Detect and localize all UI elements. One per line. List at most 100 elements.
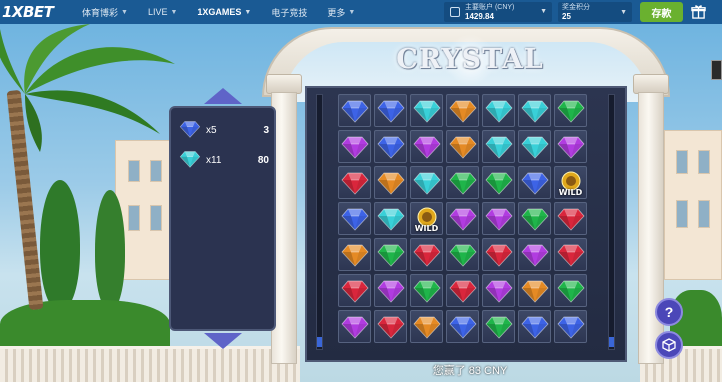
purple-gem: [518, 238, 551, 271]
orange-gem: [446, 130, 479, 163]
green-gem: [482, 310, 515, 343]
green-gem: [374, 238, 407, 271]
top-navigation-bar: 1XBET 体育博彩 ▼ LIVE ▼ 1XGAMES ▼ 电子竞技 更多 ▼ 主要账户…: [0, 0, 722, 24]
red-gem: [410, 238, 443, 271]
cyan-gem: [374, 202, 407, 235]
cyan-gem: [482, 130, 515, 163]
account-label: 主要账户 (CNY): [465, 4, 515, 11]
cyan-gem-icon: [179, 150, 201, 171]
blue-gem-icon: [179, 120, 201, 141]
balustrade: [0, 346, 300, 382]
villa-window: [150, 205, 162, 231]
orange-gem: [338, 238, 371, 271]
account-balance: 1429.84: [465, 12, 494, 21]
cyan-gem: [518, 94, 551, 127]
nav-item-1xgames[interactable]: 1XGAMES ▼: [197, 7, 251, 17]
villa-window: [676, 150, 688, 174]
purple-gem: [410, 130, 443, 163]
brand-logo[interactable]: 1XBET: [2, 3, 82, 21]
purple-gem: [338, 130, 371, 163]
red-gem: [374, 310, 407, 343]
blue-gem: [338, 94, 371, 127]
green-gem: [446, 238, 479, 271]
red-gem: [554, 202, 587, 235]
purple-gem: [338, 310, 371, 343]
cyan-gem: [410, 94, 443, 127]
paytable-down-arrow[interactable]: [204, 333, 242, 349]
villa-window: [698, 150, 710, 174]
game-title: CRYSTAL: [396, 44, 544, 75]
green-gem: [482, 166, 515, 199]
blue-gem: [446, 310, 479, 343]
orange-gem: [374, 166, 407, 199]
provably-fair-button[interactable]: [655, 331, 683, 359]
chevron-down-icon: ▼: [121, 8, 128, 16]
blue-gem: [554, 310, 587, 343]
deposit-button[interactable]: 存款: [640, 2, 683, 22]
nav-label: 1XGAMES: [197, 7, 242, 17]
nav-label: LIVE: [147, 7, 168, 17]
green-gem: [446, 166, 479, 199]
green-gem: [410, 274, 443, 307]
account-balance-selector[interactable]: 主要账户 (CNY) 1429.84 ▼: [444, 2, 552, 22]
cypress-tree: [40, 180, 80, 310]
nav-label: 电子竞技: [271, 7, 308, 18]
blue-gem: [518, 166, 551, 199]
progress-knob: [317, 337, 322, 347]
orange-gem: [410, 310, 443, 343]
nav-label: 更多: [327, 7, 346, 18]
red-gem: [482, 238, 515, 271]
chevron-down-icon: ▼: [170, 8, 178, 16]
paytable-panel: x5 3 x11 80: [169, 106, 276, 331]
paytable-up-arrow[interactable]: [204, 88, 242, 104]
nav-label: 体育博彩: [82, 7, 119, 18]
help-button[interactable]: ?: [655, 298, 683, 326]
progress-knob: [609, 337, 614, 347]
paytable-amount: 3: [263, 124, 269, 136]
chevron-down-icon: ▼: [348, 8, 356, 16]
cube-icon: [662, 338, 676, 352]
villa-window: [150, 160, 162, 182]
wild-label: WILD: [558, 188, 583, 197]
villa-window: [128, 160, 140, 182]
purple-gem: [446, 202, 479, 235]
progress-rail-right: [608, 94, 615, 350]
chevron-down-icon: ▼: [620, 9, 627, 16]
orange-gem: [446, 94, 479, 127]
nav-item-live[interactable]: LIVE ▼: [148, 7, 177, 17]
purple-gem: [482, 274, 515, 307]
green-gem: [554, 94, 587, 127]
blue-gem: [518, 310, 551, 343]
column-capital: [633, 74, 669, 94]
progress-rail-left: [316, 94, 323, 350]
blue-gem: [374, 130, 407, 163]
chevron-down-icon: ▼: [244, 8, 252, 16]
blue-gem: [374, 94, 407, 127]
blue-gem: [338, 202, 371, 235]
question-icon: ?: [664, 304, 674, 320]
villa-building: [664, 130, 722, 280]
purple-gem: [482, 202, 515, 235]
villa-window: [698, 200, 710, 228]
wild-label: WILD: [414, 224, 439, 233]
paytable-amount: 80: [257, 154, 269, 166]
wild-symbol: WILD: [554, 166, 587, 199]
green-gem: [554, 274, 587, 307]
side-panel-toggle[interactable]: [711, 60, 722, 80]
bonus-points-selector[interactable]: 奖金积分 25 ▼: [558, 2, 632, 22]
red-gem: [338, 166, 371, 199]
nav-item-esports[interactable]: 电子竞技: [271, 6, 307, 19]
paytable-multiplier: x5: [206, 124, 217, 136]
palm-leaves: [0, 24, 175, 152]
wallet-icon: [450, 7, 460, 17]
purple-gem: [374, 274, 407, 307]
column-capital: [266, 74, 302, 94]
villa-window: [676, 200, 688, 228]
nav-item-sports[interactable]: 体育博彩 ▼: [82, 6, 128, 19]
paytable-row: x5 3: [179, 118, 269, 142]
gift-icon[interactable]: [691, 4, 706, 19]
cyan-gem: [518, 130, 551, 163]
nav-item-more[interactable]: 更多 ▼: [327, 6, 355, 19]
red-gem: [446, 274, 479, 307]
chevron-down-icon: ▼: [540, 8, 547, 15]
